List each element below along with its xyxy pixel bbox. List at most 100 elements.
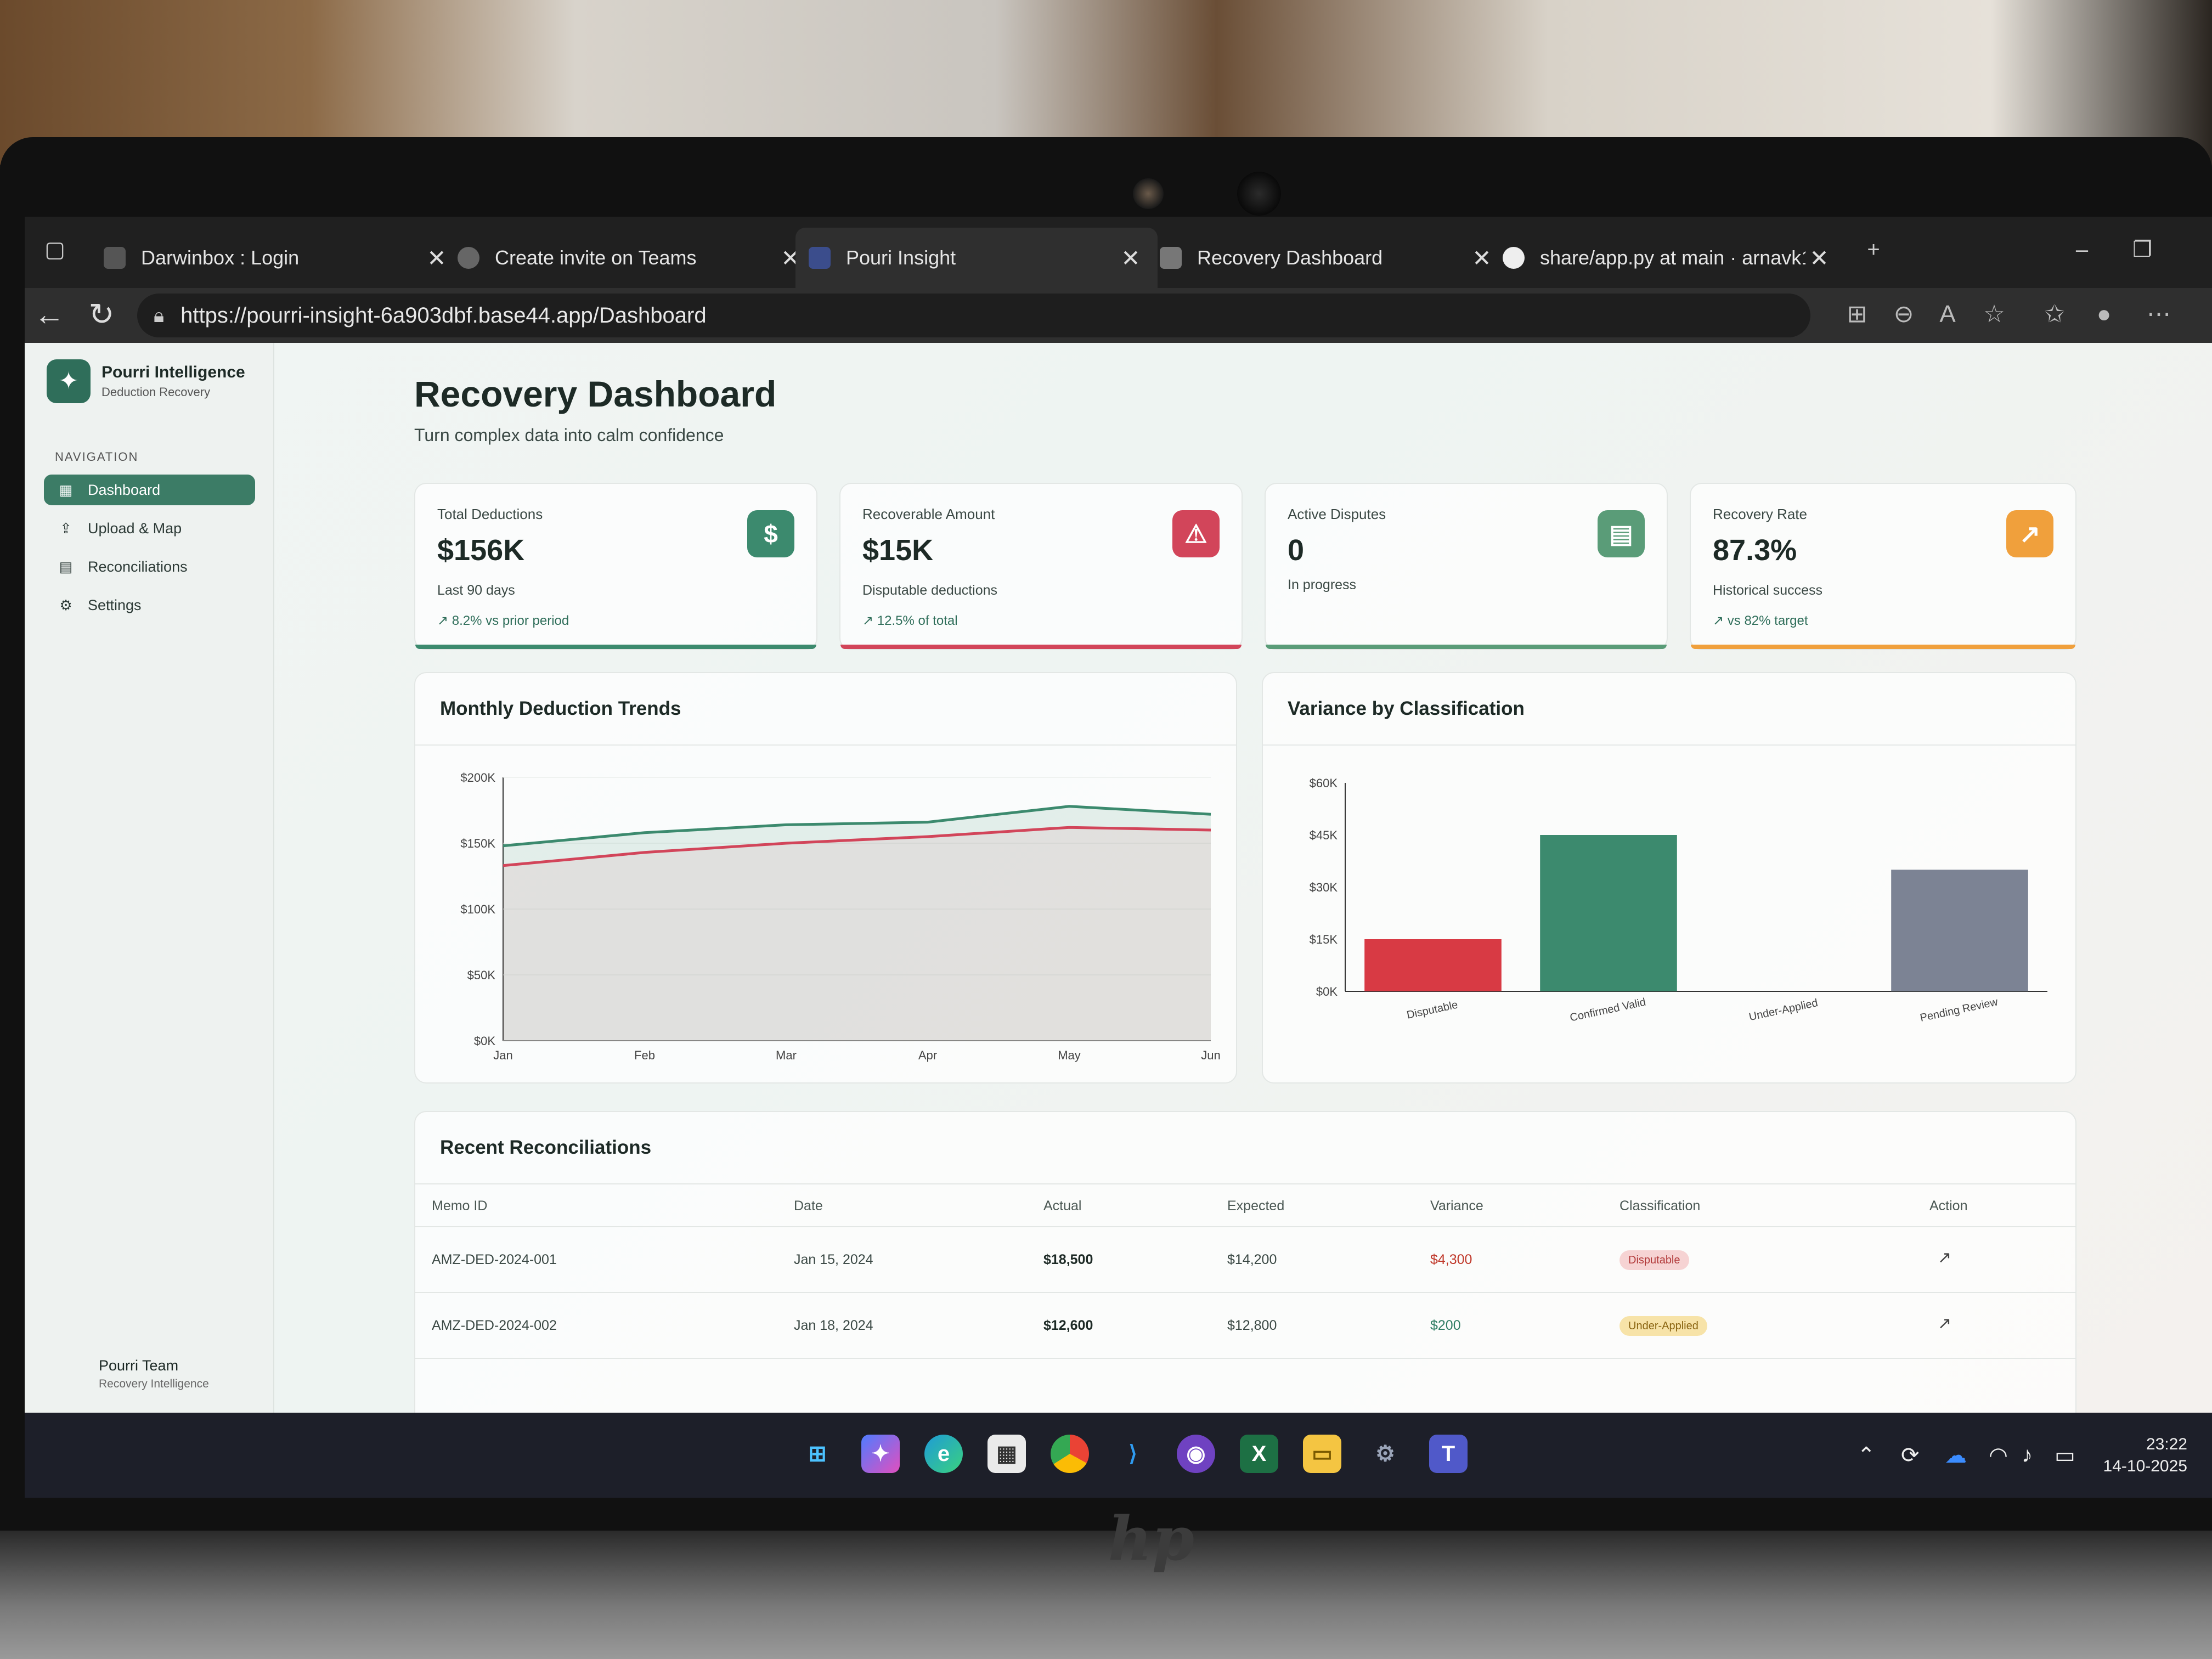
browser-tab[interactable]: Darwinbox : Login ✕ (91, 228, 464, 288)
chart-title: Variance by Classification (1288, 698, 1525, 719)
clock-date: 14-10-2025 (2103, 1457, 2187, 1475)
restore-icon[interactable]: ❐ (2126, 233, 2159, 266)
stat-trend-text: vs 82% target (1727, 613, 1808, 628)
url-text: https://pourri-insight-6a903dbf.base44.a… (180, 303, 707, 328)
back-arrow-icon[interactable]: ← (33, 298, 66, 331)
upload-icon: ⇪ (60, 520, 72, 537)
x-tick-label: May (1058, 1048, 1081, 1062)
favorites-icon[interactable]: ✩ (2038, 298, 2071, 331)
minimize-icon[interactable]: – (2066, 233, 2098, 266)
browser-tab-active[interactable]: Pouri Insight ✕ (795, 228, 1158, 288)
edge-icon[interactable]: e (924, 1435, 963, 1473)
y-tick-label: $60K (1310, 776, 1338, 790)
trending-up-icon: ↗ (862, 613, 877, 628)
sidebar-toggle-icon[interactable]: ▢ (38, 233, 71, 266)
profile-avatar-icon[interactable]: ● (2087, 298, 2120, 331)
column-header[interactable]: Classification (1620, 1198, 1700, 1214)
settings-icon[interactable]: ⚙ (1366, 1435, 1404, 1473)
apps-icon[interactable]: ⊞ (1841, 298, 1874, 331)
windows-start-icon[interactable]: ⊞ (798, 1435, 837, 1473)
x-tick-label: Feb (634, 1048, 655, 1062)
gear-icon: ⚙ (59, 596, 72, 613)
windows-taskbar: ⊞ ✦ e ▦ ⟩ ◉ X ▭ ⚙ T ⌃ ⟳ ☁ ◠ ♪ ▭ 23:22 14… (25, 1413, 2212, 1498)
stat-subtext: In progress (1288, 577, 1357, 592)
stat-trend: ↗ 12.5% of total (862, 613, 958, 629)
teams-icon[interactable]: T (1429, 1435, 1468, 1473)
reload-icon[interactable]: ↻ (85, 298, 118, 331)
stat-value: 87.3% (1713, 534, 1797, 567)
chevron-up-icon[interactable]: ⌃ (1857, 1443, 1876, 1468)
expected-cell: $14,200 (1227, 1252, 1277, 1267)
close-icon[interactable]: ✕ (1117, 245, 1144, 272)
sidebar-item-label: Upload & Map (88, 520, 182, 537)
webcam (1237, 172, 1281, 216)
y-tick-label: $200K (460, 771, 495, 785)
browser-tab[interactable]: Recovery Dashboard ✕ (1147, 228, 1509, 288)
x-tick-label: Jan (493, 1048, 512, 1062)
stat-accent-bar (1691, 645, 2075, 649)
browser-tab[interactable]: share/app.py at main · arnavk160 ✕ (1489, 228, 1846, 288)
x-tick-label: Pending Review (1919, 996, 1999, 1024)
browser-tab[interactable]: Create invite on Teams ✕ (444, 228, 817, 288)
new-tab-icon[interactable]: + (1857, 233, 1890, 266)
document-icon: ▤ (59, 558, 73, 575)
laptop-base (0, 1531, 2212, 1659)
stat-label: Active Disputes (1288, 506, 1386, 522)
file-icon: ▤ (1598, 510, 1645, 557)
sidebar-item-settings[interactable]: ⚙ Settings (44, 590, 255, 620)
tab-title: Recovery Dashboard (1197, 246, 1383, 269)
stat-subtext: Disputable deductions (862, 583, 997, 598)
main-content: Recovery Dashboard Turn complex data int… (274, 343, 2212, 1440)
stat-card-total-deductions: Total Deductions $156K Last 90 days ↗ 8.… (414, 483, 817, 650)
read-aloud-icon[interactable]: A (1931, 298, 1964, 331)
sidebar-item-dashboard[interactable]: ▦ Dashboard (44, 475, 255, 505)
store-icon[interactable]: ▦ (988, 1435, 1026, 1473)
monthly-trends-card: Monthly Deduction Trends $0K $50K $100K $15… (414, 672, 1237, 1084)
table-row[interactable]: AMZ-DED-2024-002 Jan 18, 2024 $12,600 $1… (415, 1293, 2075, 1359)
favorite-star-icon[interactable]: ☆ (1978, 298, 2011, 331)
monthly-trends-chart: $0K $50K $100K $150K $200K Jan Feb Mar Apr May Jun (460, 771, 1220, 1062)
wifi-icon[interactable]: ◠ (1989, 1443, 2008, 1468)
github-icon[interactable]: ◉ (1177, 1435, 1215, 1473)
copilot-icon[interactable]: ✦ (861, 1435, 900, 1473)
table-row[interactable]: AMZ-DED-2024-001 Jan 15, 2024 $18,500 $1… (415, 1227, 2075, 1293)
excel-icon[interactable]: X (1240, 1435, 1278, 1473)
stat-subtext: Last 90 days (437, 583, 515, 598)
external-link-icon[interactable]: ↗ (1938, 1248, 1951, 1267)
close-icon[interactable]: ✕ (1805, 245, 1833, 272)
variance-cell: $4,300 (1430, 1252, 1472, 1267)
zoom-icon[interactable]: ⊖ (1887, 298, 1920, 331)
trending-up-icon: ↗ (2006, 510, 2053, 557)
sidebar-item-reconciliations[interactable]: ▤ Reconciliations (44, 551, 255, 582)
external-link-icon[interactable]: ↗ (1938, 1314, 1951, 1333)
column-header[interactable]: Expected (1227, 1198, 1284, 1214)
stat-label: Recoverable Amount (862, 506, 995, 522)
vscode-icon[interactable]: ⟩ (1114, 1435, 1152, 1473)
more-icon[interactable]: ⋯ (2142, 298, 2175, 331)
column-header[interactable]: Memo ID (432, 1198, 487, 1214)
volume-icon[interactable]: ♪ (2022, 1443, 2033, 1468)
battery-icon[interactable]: ▭ (2055, 1443, 2075, 1468)
stat-value: $15K (862, 534, 934, 567)
sidebar-item-upload[interactable]: ⇪ Upload & Map (44, 513, 255, 544)
stat-value: $156K (437, 534, 525, 567)
tab-title: Darwinbox : Login (141, 246, 300, 269)
url-field[interactable]: 🔒︎ https://pourri-insight-6a903dbf.base4… (137, 294, 1810, 337)
onedrive-icon[interactable]: ☁ (1945, 1443, 1967, 1468)
column-header[interactable]: Date (794, 1198, 823, 1214)
sync-icon[interactable]: ⟳ (1901, 1443, 1920, 1468)
web-page: ✦ Pourri Intelligence Deduction Recovery… (25, 343, 2212, 1440)
variance-chart: $0K $15K $30K $45K $60K Disputable Confirmed V… (1310, 776, 2047, 1024)
tab-title: share/app.py at main · arnavk160 (1540, 246, 1805, 269)
x-tick-label: Apr (918, 1048, 937, 1062)
column-header[interactable]: Variance (1430, 1198, 1483, 1214)
lock-icon: 🔒︎ (154, 303, 165, 326)
sidebar-item-label: Reconciliations (88, 558, 188, 575)
chrome-icon[interactable] (1051, 1435, 1089, 1473)
stat-label: Total Deductions (437, 506, 543, 522)
stat-subtext: Historical success (1713, 583, 1823, 598)
actual-cell: $18,500 (1043, 1252, 1093, 1267)
column-header[interactable]: Actual (1043, 1198, 1081, 1214)
file-explorer-icon[interactable]: ▭ (1303, 1435, 1341, 1473)
clock[interactable]: 23:22 14-10-2025 (2103, 1434, 2187, 1477)
